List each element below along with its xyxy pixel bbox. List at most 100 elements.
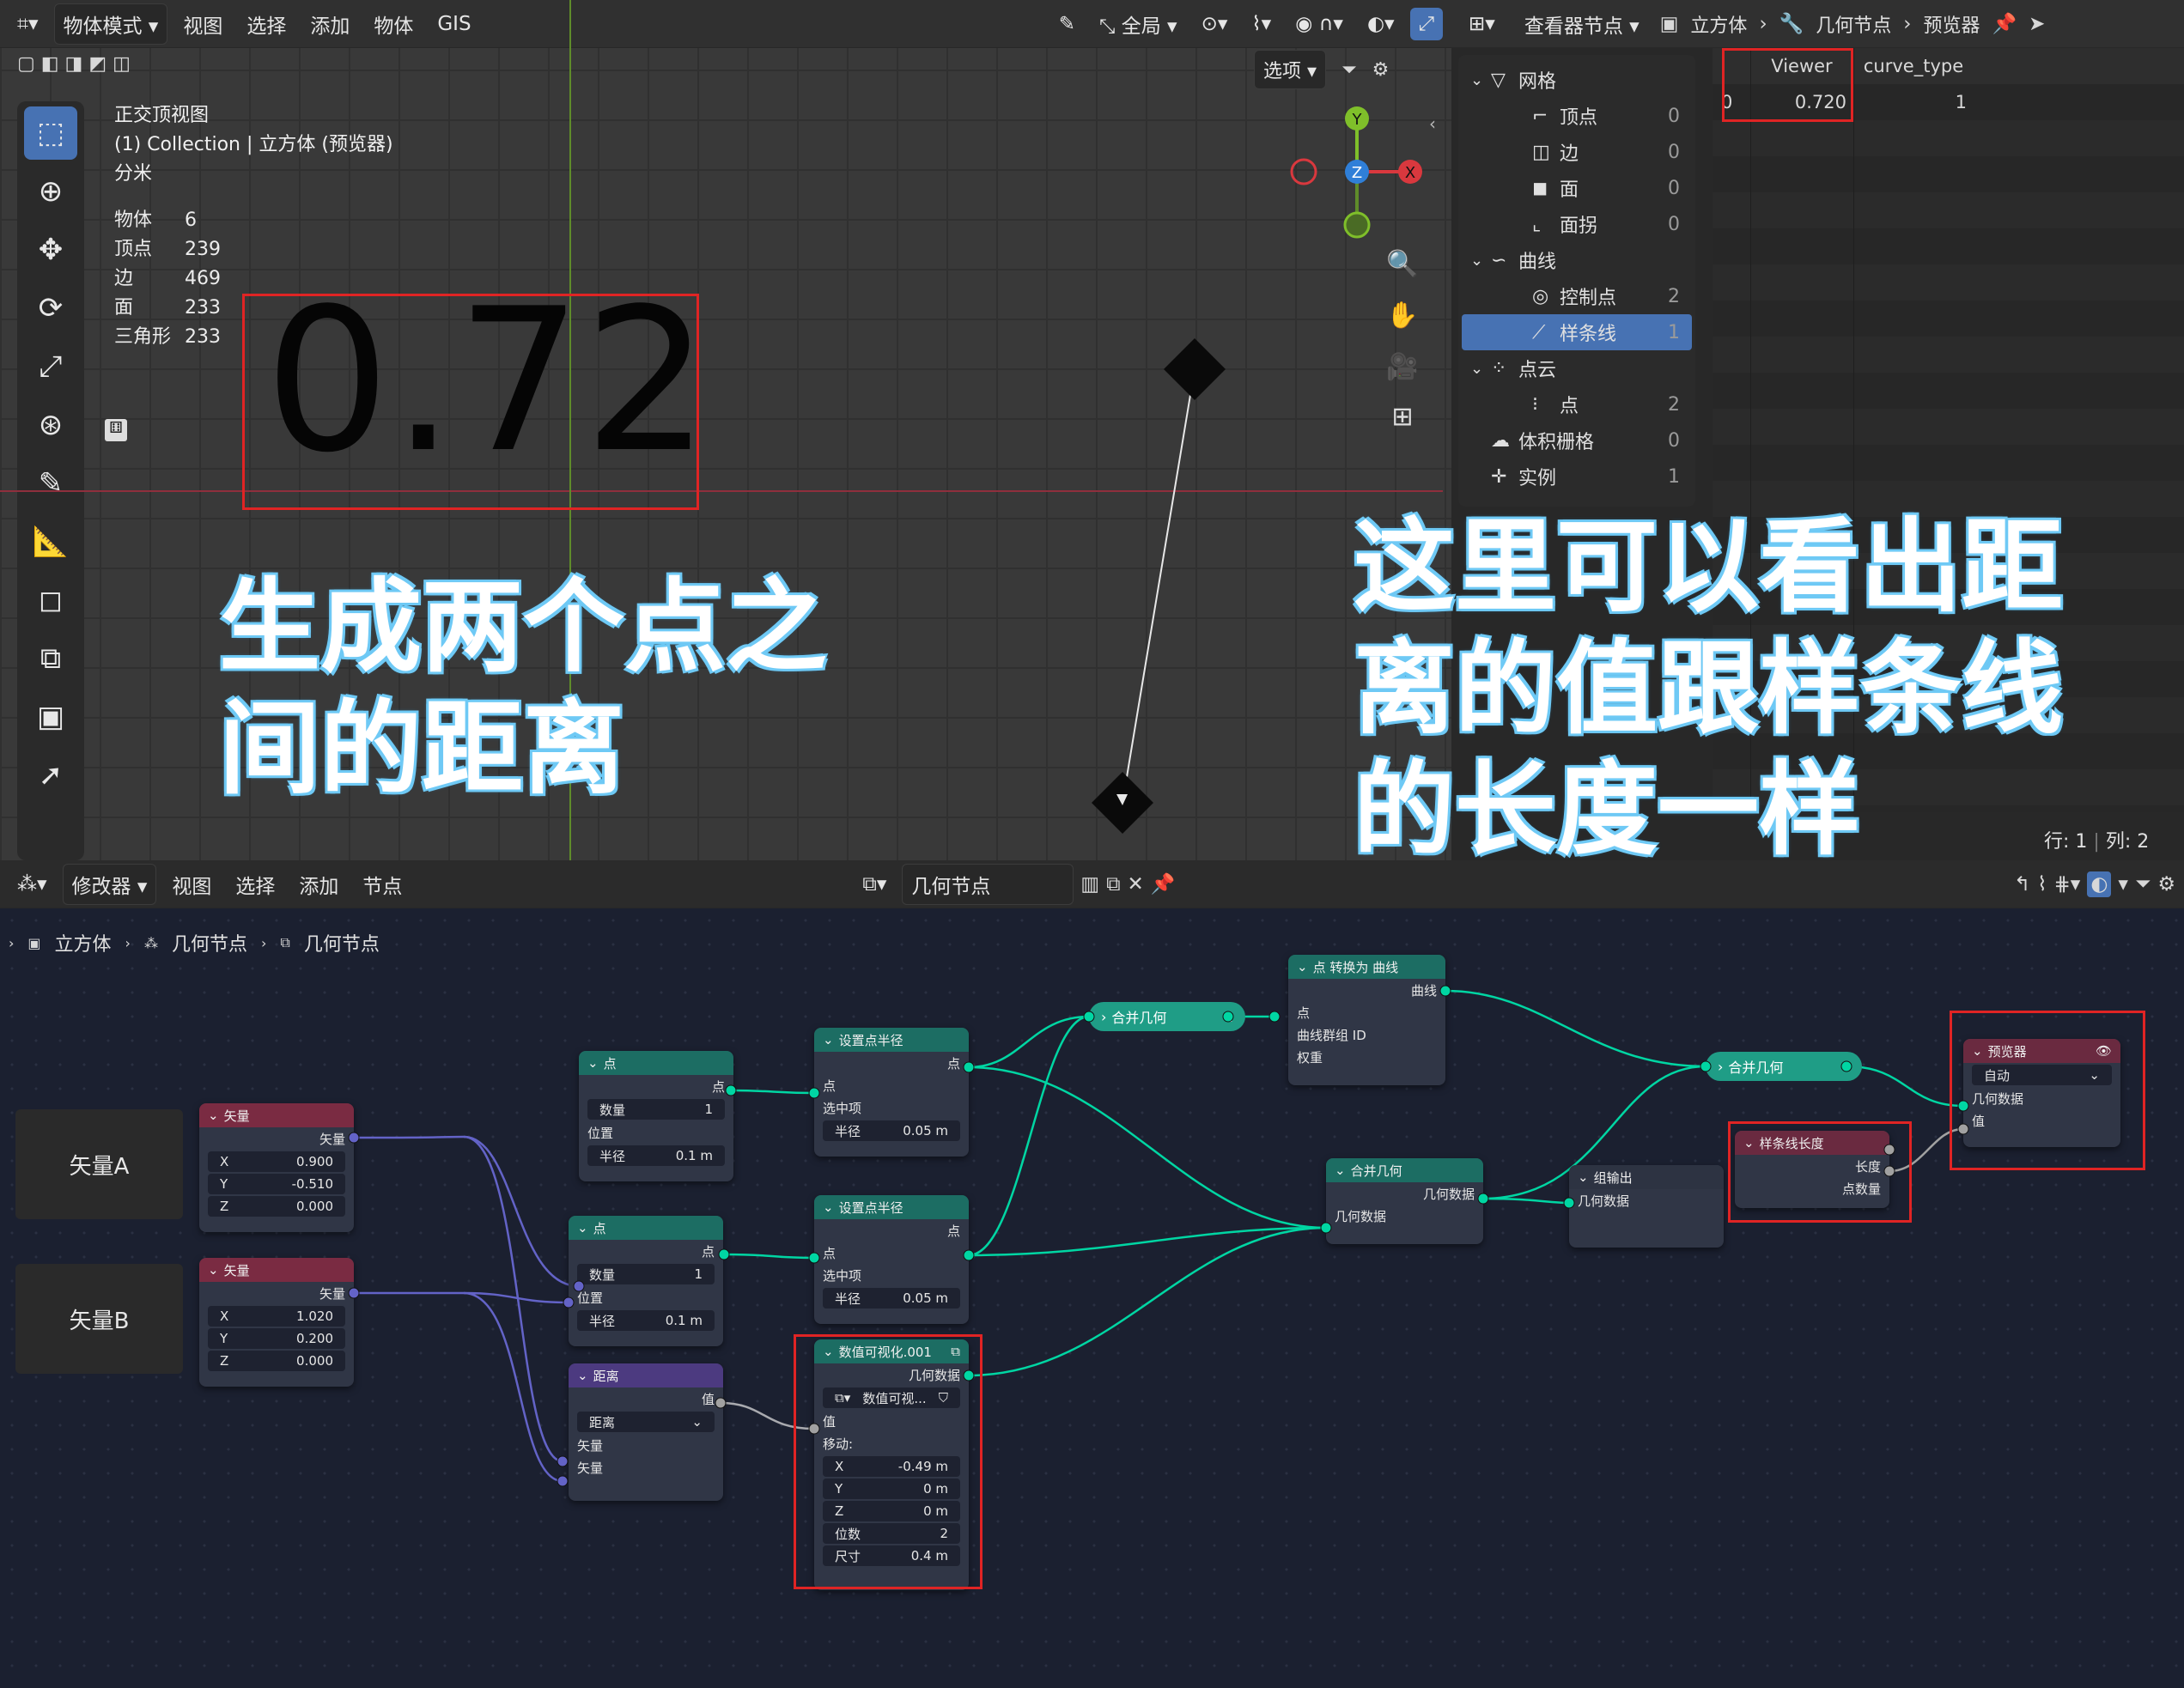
node-sockets <box>348 985 1969 1487</box>
callout-right-line: 的长度一样 <box>1354 750 1861 870</box>
tree-item-count: 1 <box>1668 321 1680 343</box>
tree-item-count: 2 <box>1668 285 1680 307</box>
chevron-right-icon: › <box>1903 12 1912 35</box>
node-socket <box>1268 1011 1281 1023</box>
node-socket <box>725 1084 737 1096</box>
select-arrow-icon[interactable]: ➤ <box>2029 13 2045 35</box>
instance-icon: ✛ <box>1491 465 1507 488</box>
volume-icon: ☁ <box>1491 429 1510 452</box>
tree-item-label: 边 <box>1560 143 1579 165</box>
corner-icon: ⌞ <box>1532 213 1542 235</box>
tree-item-label: 点 <box>1560 396 1579 417</box>
viewer-value-highlight-box <box>1722 48 1853 122</box>
spreadsheet-header: ⊞▾ 查看器节点 ▾ ▣ 立方体 › 🔧 几何节点 › 预览器 📌 ➤ <box>1451 0 2184 48</box>
pin-icon[interactable]: 📌 <box>1992 12 2017 35</box>
tree-item[interactable]: ⁝ 点 2 <box>1462 386 1692 422</box>
tree-item[interactable]: ⌄ ⁘ 点云 <box>1462 350 1692 386</box>
node-socket <box>1883 1144 1895 1156</box>
node-socket <box>808 1087 820 1099</box>
navigation-gizmo[interactable]: Y X Z <box>1284 101 1439 247</box>
wrench-icon: 🔧 <box>1779 13 1804 35</box>
node-socket <box>1957 1100 1969 1112</box>
tree-item-count: 2 <box>1668 393 1680 416</box>
tree-item-label: 面 <box>1560 179 1579 201</box>
tree-item-label: 面拐 <box>1560 216 1598 237</box>
node-socket <box>1477 1193 1489 1205</box>
node-socket <box>1700 1060 1712 1072</box>
node-socket <box>963 1249 975 1261</box>
node-socket <box>1320 1222 1332 1234</box>
object-icon: ▣ <box>1659 12 1679 35</box>
breadcrumb-object[interactable]: 立方体 <box>1690 10 1747 38</box>
chevron-down-icon[interactable]: ⌄ <box>1470 252 1491 270</box>
face-icon: ◼ <box>1532 177 1548 199</box>
tree-item-label: 样条线 <box>1560 324 1617 345</box>
pan-hand-icon[interactable]: ✋ <box>1381 294 1424 337</box>
tree-item[interactable]: ⌄ ∽ 曲线 <box>1462 242 1692 278</box>
pointcloud-icon: ⁘ <box>1491 357 1507 379</box>
node-socket <box>718 1248 730 1260</box>
chevron-right-icon: › <box>1759 12 1767 35</box>
node-socket <box>1222 1011 1234 1023</box>
tree-item[interactable]: ◎ 控制点 2 <box>1462 278 1692 314</box>
node-socket <box>715 1397 727 1409</box>
tree-item-label: 实例 <box>1518 468 1557 489</box>
tree-item-label: 控制点 <box>1560 288 1617 309</box>
mesh-icon: ▽ <box>1491 69 1506 91</box>
node-socket <box>1563 1197 1575 1209</box>
node-socket <box>1883 1165 1895 1177</box>
breadcrumb-viewer[interactable]: 预览器 <box>1924 10 1980 38</box>
column-count: 列: 2 <box>2105 831 2150 853</box>
node-socket <box>348 1132 360 1144</box>
callout-right: 这里可以看出距 离的值跟样条线 的长度一样 <box>1354 507 2063 871</box>
point-a <box>1164 338 1226 400</box>
tree-item-count: 0 <box>1668 177 1680 199</box>
tree-item[interactable]: ✛ 实例 1 <box>1462 458 1692 495</box>
ortho-grid-icon[interactable]: ⊞ <box>1381 395 1424 438</box>
svg-text:Z: Z <box>1352 164 1362 182</box>
geometry-node-editor[interactable]: ⁂▾ 修改器 ▾ 视图 选择 添加 节点 ⧉▾ 几何节点 ▥ ⧉ ✕ 📌 ↰ ⌇… <box>0 860 2184 1688</box>
node-socket <box>808 1423 820 1435</box>
node-socket <box>963 1369 975 1381</box>
editor-type-icon[interactable]: ⊞▾ <box>1460 8 1504 40</box>
tree-item[interactable]: ⌞ 面拐 0 <box>1462 206 1692 242</box>
3d-viewport[interactable]: ⌗▾ 物体模式 ▾ 视图 选择 添加 物体 GIS ✎ ⤡ 全局 ▾ ⊙▾ ⌇▾… <box>0 0 1451 860</box>
tree-item[interactable]: ⟋ 样条线 1 <box>1462 314 1692 350</box>
tree-item-count: 0 <box>1668 105 1680 127</box>
tree-item[interactable]: ◼ 面 0 <box>1462 170 1692 206</box>
callout-right-line: 离的值跟样条线 <box>1354 628 2064 748</box>
viewer-node-dropdown[interactable]: 查看器节点 ▾ <box>1516 4 1648 44</box>
tree-item[interactable]: ⌐ 顶点 0 <box>1462 98 1692 134</box>
edge-icon: ◫ <box>1532 141 1550 163</box>
tree-item-count: 0 <box>1668 141 1680 163</box>
callout-left-line: 生成两个点之 <box>219 568 828 686</box>
zoom-icon[interactable]: 🔍 <box>1381 242 1424 285</box>
breadcrumb-modifier[interactable]: 几何节点 <box>1816 10 1891 38</box>
callout-left: 生成两个点之 间的距离 <box>219 567 827 810</box>
tree-item[interactable]: ☁ 体积栅格 0 <box>1462 422 1692 458</box>
vertex-icon: ⌐ <box>1532 105 1548 127</box>
sidebar-toggle-icon[interactable]: ‹ <box>1429 113 1436 134</box>
tree-item-count: 0 <box>1668 213 1680 235</box>
tree-item-label: 体积栅格 <box>1518 432 1595 453</box>
spline-icon: ⟋ <box>1532 321 1546 343</box>
column-header[interactable]: curve_type <box>1853 56 1974 76</box>
node-socket <box>573 1280 585 1292</box>
spreadsheet-editor: ⊞▾ 查看器节点 ▾ ▣ 立方体 › 🔧 几何节点 › 预览器 📌 ➤ ⌄ ▽ 网格… <box>1354 0 2184 869</box>
control-point-icon: ◎ <box>1532 285 1549 307</box>
camera-icon[interactable]: 🎥 <box>1381 345 1424 388</box>
tree-item[interactable]: ◫ 边 0 <box>1462 134 1692 170</box>
node-socket <box>963 1061 975 1073</box>
tree-item-count: 0 <box>1668 429 1680 452</box>
tree-item[interactable]: ⌄ ▽ 网格 <box>1462 62 1692 98</box>
spline-line <box>1122 368 1195 804</box>
svg-text:Y: Y <box>1352 111 1363 129</box>
table-cell: 1 <box>1955 92 1967 112</box>
svg-text:X: X <box>1405 164 1415 182</box>
point-icon: ⁝ <box>1532 393 1538 416</box>
tree-item-label: 网格 <box>1518 71 1557 93</box>
chevron-down-icon[interactable]: ⌄ <box>1470 360 1491 378</box>
node-socket <box>557 1475 569 1487</box>
chevron-down-icon[interactable]: ⌄ <box>1470 71 1491 89</box>
node-socket <box>1840 1060 1852 1072</box>
